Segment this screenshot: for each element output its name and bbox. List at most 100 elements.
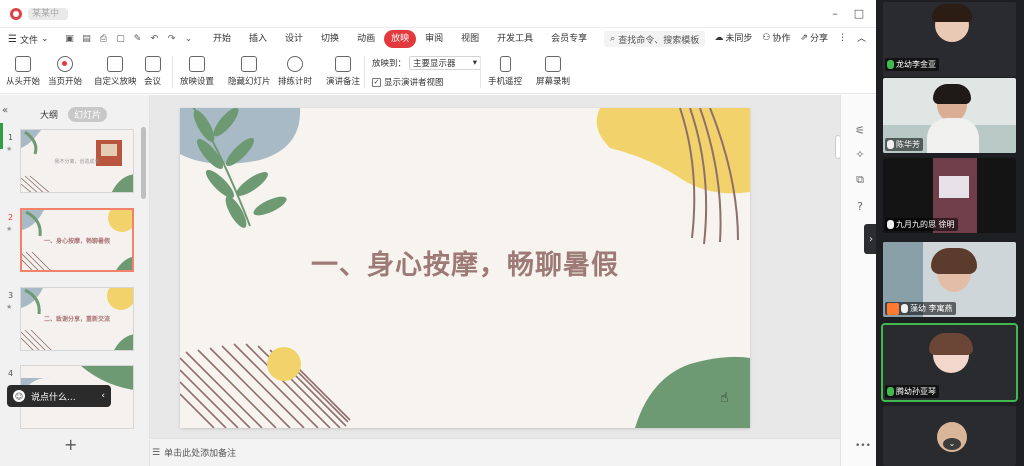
- rehearse-button[interactable]: 排练计时: [278, 56, 312, 87]
- monitor-play-icon: [15, 56, 31, 72]
- print-preview-icon[interactable]: ▢: [115, 34, 126, 45]
- slide-thumbnail-3[interactable]: 二、致谢分享，重新交流: [20, 287, 134, 351]
- video-feed-detail: [939, 176, 969, 198]
- document-title: 某某中: [28, 8, 68, 20]
- meeting-icon: [144, 56, 161, 72]
- tab-animation[interactable]: 动画: [348, 30, 384, 48]
- collapse-ribbon-icon[interactable]: ︿: [857, 31, 866, 44]
- slide-thumbnail-1[interactable]: 我不分离，创造成长: [20, 129, 134, 193]
- tab-transitions[interactable]: 切换: [312, 30, 348, 48]
- participant-name: 龙幼李金亚: [896, 60, 936, 69]
- right-toolbar: ⚟ ✧ ⧉ ? •••: [840, 95, 876, 466]
- slide-title[interactable]: 一、身心按摩，畅聊暑假: [180, 243, 750, 282]
- meeting-label: 会议: [144, 77, 162, 87]
- title-bar: 某某中 – □: [0, 0, 876, 28]
- chevron-down-icon[interactable]: ⌄: [943, 438, 961, 450]
- command-search[interactable]: ⌕ 查找命令、搜索模板: [604, 31, 706, 47]
- hide-slide-label: 隐藏幻灯片: [228, 77, 271, 87]
- collab-button[interactable]: ⚇ 协作: [762, 31, 790, 45]
- pin-icon[interactable]: ✧: [853, 147, 867, 161]
- avatar-body: [927, 118, 979, 153]
- meeting-button[interactable]: 会议: [144, 56, 161, 87]
- tab-insert[interactable]: 插入: [240, 30, 276, 48]
- undo-icon[interactable]: ↶: [149, 34, 160, 45]
- notes-bar[interactable]: ☰ 单击此处添加备注: [150, 438, 840, 466]
- quick-access-toolbar: ▣ ▤ ⎙ ▢ ✎ ↶ ↷ ⌄: [64, 34, 194, 45]
- sync-status[interactable]: ☁ 未同步: [714, 31, 752, 45]
- slideshow-settings-icon: [189, 56, 205, 72]
- chat-input[interactable]: ☺ 说点什么... ‹: [7, 385, 111, 407]
- menu-bar: ☰ 文件 ⌄ ▣ ▤ ⎙ ▢ ✎ ↶ ↷ ⌄ 开始 插入 设计 切换 动画 放映…: [0, 28, 876, 50]
- participant-tile[interactable]: 九月九的思 徐明: [883, 158, 1016, 233]
- tab-slideshow[interactable]: 放映: [384, 30, 417, 48]
- tab-outline[interactable]: 大纲: [40, 108, 58, 121]
- chevron-left-icon[interactable]: ‹: [101, 391, 105, 401]
- ribbon-divider: [480, 56, 481, 88]
- current-slide[interactable]: 一、身心按摩，畅聊暑假 ☝: [180, 108, 750, 428]
- presenter-view-option[interactable]: ✓ 显示演讲者视图: [372, 76, 444, 88]
- tab-slides[interactable]: 幻灯片: [68, 107, 108, 122]
- from-start-button[interactable]: 从头开始: [6, 56, 40, 87]
- participant-name: 九月九的思 徐明: [896, 220, 955, 229]
- presenter-notes-button[interactable]: 演讲备注: [326, 56, 360, 87]
- wps-logo-icon: [10, 8, 22, 20]
- minimize-icon[interactable]: –: [824, 4, 846, 22]
- transition-icon[interactable]: ⧉: [853, 173, 867, 187]
- share-button[interactable]: ⇗ 分享: [800, 31, 828, 45]
- screen-record-button[interactable]: 屏幕录制: [536, 56, 570, 87]
- from-start-label: 从头开始: [6, 77, 41, 87]
- collapse-panel-icon[interactable]: «: [2, 105, 8, 116]
- add-slide-button[interactable]: +: [64, 435, 77, 454]
- more-icon[interactable]: •••: [855, 441, 871, 451]
- maximize-icon[interactable]: □: [848, 4, 870, 22]
- notes-toggle-icon[interactable]: ☰: [152, 448, 160, 458]
- presenter-notes-label: 演讲备注: [326, 77, 361, 87]
- help-icon[interactable]: ?: [853, 199, 867, 213]
- mic-icon: [901, 304, 908, 313]
- ribbon-divider: [172, 56, 173, 88]
- thumb-number: 3: [8, 291, 14, 300]
- collab-icon: ⚇: [762, 32, 771, 43]
- tab-review[interactable]: 审阅: [416, 30, 452, 48]
- tab-design[interactable]: 设计: [276, 30, 312, 48]
- avatar-hair: [929, 333, 973, 355]
- participant-tile[interactable]: 腾幼孙亚琴: [881, 323, 1018, 402]
- chevron-down-icon: ▾: [472, 58, 478, 68]
- format-painter-icon[interactable]: ✎: [132, 34, 143, 45]
- file-menu[interactable]: ☰ 文件 ⌄: [0, 33, 60, 46]
- more-icon[interactable]: ⌄: [183, 34, 194, 45]
- open-icon[interactable]: ▤: [81, 34, 92, 45]
- show-settings-button[interactable]: 放映设置: [180, 56, 214, 87]
- emoji-icon[interactable]: ☺: [13, 390, 25, 402]
- monitor-select[interactable]: 主要显示器 ▾: [409, 56, 482, 70]
- redo-icon[interactable]: ↷: [166, 34, 177, 45]
- participant-tile[interactable]: 龙幼李金亚: [883, 2, 1016, 77]
- participant-tile[interactable]: ⌄: [883, 406, 1016, 466]
- participant-tile[interactable]: 陈华芳: [883, 78, 1016, 153]
- custom-show-button[interactable]: 自定义放映: [94, 56, 137, 87]
- panel-scrollbar[interactable]: [141, 127, 146, 199]
- show-settings-label: 放映设置: [180, 77, 215, 87]
- tab-home[interactable]: 开始: [204, 30, 240, 48]
- thumb-number: 4: [8, 369, 14, 378]
- ribbon-divider: [364, 56, 365, 88]
- tab-view[interactable]: 视图: [452, 30, 488, 48]
- show-to-label: 放映到：: [372, 59, 407, 69]
- show-to-group: 放映到： 主要显示器 ▾: [372, 56, 482, 70]
- slide-thumbnail-2[interactable]: 一、身心按摩，畅聊暑假: [20, 208, 134, 272]
- tab-developer[interactable]: 开发工具: [488, 30, 542, 48]
- print-icon[interactable]: ⎙: [98, 34, 109, 45]
- thumb-title: 我不分离，创造成长: [54, 159, 100, 165]
- more-options-icon[interactable]: ⋮: [838, 33, 847, 43]
- sliders-icon[interactable]: ⚟: [853, 123, 867, 137]
- participant-tile[interactable]: 藻幼 李寓燕: [883, 242, 1016, 317]
- tab-member[interactable]: 会员专享: [542, 30, 596, 48]
- phone-remote-button[interactable]: 手机遥控: [488, 56, 522, 87]
- hide-slide-button[interactable]: 隐藏幻灯片: [228, 56, 271, 87]
- from-current-button[interactable]: 当页开始: [48, 56, 82, 87]
- video-participants-panel: 龙幼李金亚 陈华芳 九月九的思 徐明 藻幼 李寓燕 腾幼孙亚琴 ⌄: [876, 0, 1024, 466]
- share-label: 分享: [809, 34, 828, 44]
- save-icon[interactable]: ▣: [64, 34, 75, 45]
- chat-placeholder: 说点什么...: [31, 392, 76, 403]
- presenter-view-checkbox[interactable]: ✓: [372, 77, 381, 87]
